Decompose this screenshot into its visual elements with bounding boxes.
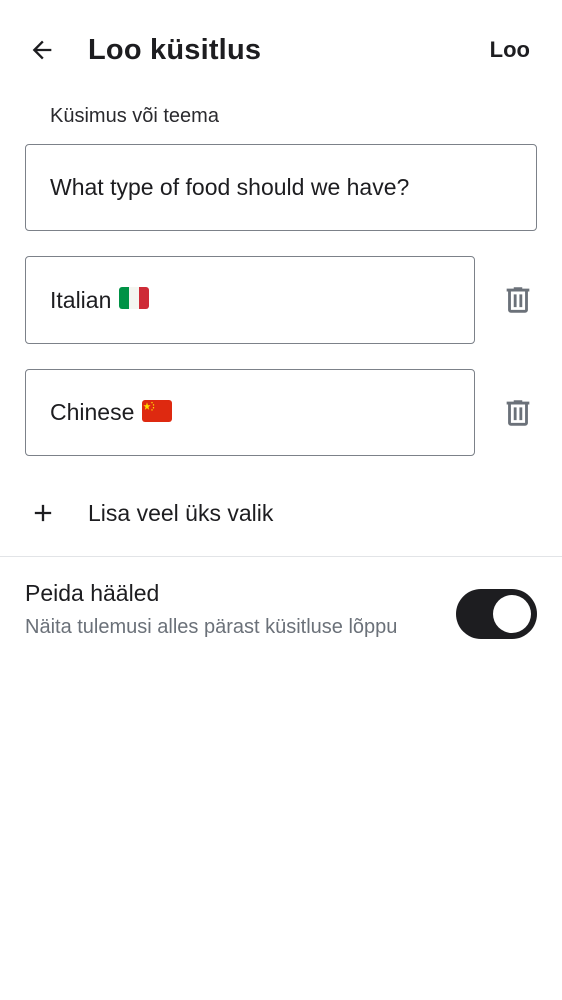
- delete-option-1-button[interactable]: [498, 280, 538, 320]
- china-flag-icon: [142, 399, 173, 422]
- option-2-value: Chinese: [50, 399, 135, 425]
- italy-flag-icon: [119, 287, 150, 309]
- question-label: Küsimus või teema: [50, 105, 219, 127]
- app-bar: Loo küsitlus Loo: [0, 0, 562, 100]
- create-button[interactable]: Loo: [490, 34, 530, 66]
- hide-votes-title: Peida hääled: [25, 580, 160, 606]
- back-button[interactable]: [20, 28, 64, 72]
- trash-icon: [506, 400, 530, 426]
- question-input[interactable]: What type of food should we have?: [25, 144, 537, 231]
- option-input-2[interactable]: Chinese: [25, 369, 475, 456]
- toggle-knob: [493, 595, 531, 633]
- question-input-value: What type of food should we have?: [50, 174, 410, 200]
- add-option-button[interactable]: Lisa veel üks valik: [0, 480, 562, 546]
- hide-votes-description: Näita tulemusi alles pärast küsitluse lõ…: [25, 616, 398, 638]
- option-1-value: Italian: [50, 286, 112, 313]
- option-input-1[interactable]: Italian: [25, 256, 475, 344]
- hide-votes-toggle[interactable]: [456, 589, 537, 639]
- page-title: Loo küsitlus: [88, 34, 262, 66]
- plus-icon: [28, 498, 58, 528]
- trash-icon: [506, 287, 530, 313]
- add-option-label: Lisa veel üks valik: [88, 500, 274, 526]
- delete-option-2-button[interactable]: [498, 393, 538, 433]
- arrow-left-icon: [32, 40, 52, 60]
- divider: [0, 556, 562, 557]
